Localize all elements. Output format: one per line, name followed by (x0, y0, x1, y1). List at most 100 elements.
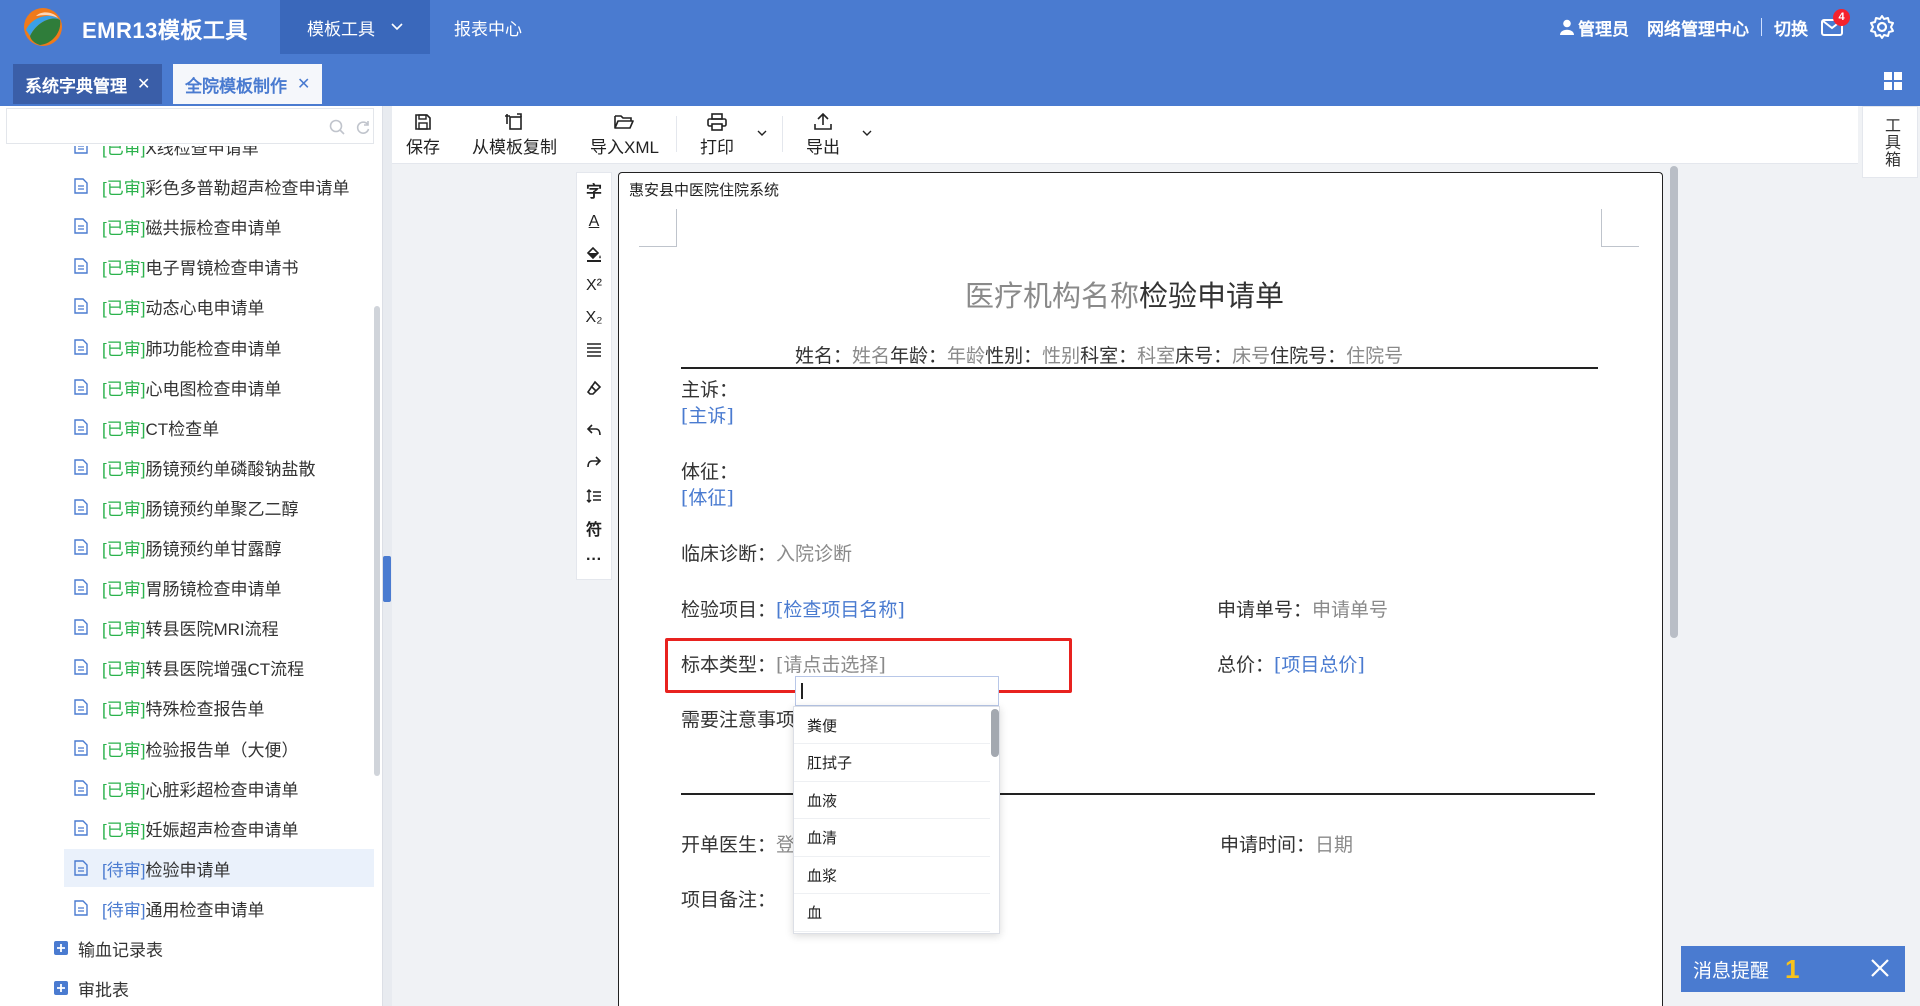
chevron-down-icon[interactable] (757, 130, 767, 137)
diagnosis-field[interactable]: 入院诊断 (776, 543, 852, 565)
tree-item[interactable]: [已审] 肺功能检查申请单 (64, 328, 281, 366)
tab-hospital-template[interactable]: 全院模板制作 ✕ (173, 64, 323, 104)
message-reminder[interactable]: 消息提醒 1 (1681, 946, 1905, 992)
dropdown-option[interactable]: 粪便 (794, 707, 990, 744)
tree-item[interactable]: [已审] 肠镜预约单磷酸钠盐散 (64, 448, 315, 486)
save-button[interactable]: 保存 (406, 110, 440, 160)
close-icon[interactable] (1869, 957, 1891, 979)
user-name[interactable]: 管理员 (1578, 15, 1629, 40)
tree-item[interactable]: [待审] 通用检查申请单 (64, 889, 264, 927)
document-page[interactable]: 惠安县中医院住院系统 医疗机构名称检验申请单 姓名：姓名年龄：年龄性别：性别科室… (618, 172, 1663, 1006)
tree-item[interactable]: [已审] X线检查申请单 (64, 146, 259, 165)
specimen-dropdown-list[interactable]: 粪便 肛拭子 血液 血清 血浆血 (793, 706, 1000, 934)
institution-name-field[interactable]: 医疗机构名称 (965, 279, 1139, 313)
toolbox-button[interactable]: 工具箱 (1862, 106, 1918, 178)
line-spacing-button[interactable] (577, 481, 611, 511)
tree-item[interactable]: [已审] 肠镜预约单聚乙二醇 (64, 488, 298, 526)
complaint-field[interactable]: [主诉] (681, 401, 734, 428)
close-icon[interactable]: ✕ (137, 74, 150, 94)
import-xml-button[interactable]: 导入XML (590, 110, 659, 160)
tree-item[interactable]: [已审] 心脏彩超检查申请单 (64, 769, 298, 807)
tree-scrollbar[interactable] (374, 306, 380, 776)
tree-item[interactable]: [已审] 磁共振检查申请单 (64, 207, 281, 245)
subscript-button[interactable]: X₂ (577, 303, 611, 333)
price-field[interactable]: [项目总价] (1274, 654, 1365, 676)
dept-field[interactable]: 科室 (1137, 345, 1175, 367)
fill-color-button[interactable] (577, 239, 611, 269)
tree-search-input[interactable] (6, 108, 374, 144)
dropdown-option[interactable]: 血清 (794, 820, 990, 857)
name-field[interactable]: 姓名 (852, 345, 890, 367)
dropdown-option[interactable]: 血液 (794, 782, 990, 819)
align-button[interactable] (577, 335, 611, 365)
network-center-link[interactable]: 网络管理中心 (1647, 15, 1749, 40)
text-cursor (801, 683, 803, 699)
gender-field[interactable]: 性别 (1042, 345, 1080, 367)
tree-item-status: [待审] (102, 860, 146, 880)
document-icon (74, 459, 88, 475)
tree-item[interactable]: [已审] CT检查单 (64, 408, 219, 446)
tree-folder[interactable]: 输血记录表 (54, 929, 163, 967)
nav-template-tools-label: 模板工具 (307, 19, 375, 39)
copy-from-template-button[interactable]: 从模板复制 (472, 110, 557, 160)
more-button[interactable]: ··· (577, 545, 611, 575)
age-field[interactable]: 年龄 (947, 345, 985, 367)
print-button[interactable]: 打印 (700, 110, 734, 160)
font-button[interactable]: 字 (577, 175, 611, 205)
divider (1761, 18, 1762, 36)
dropdown-option[interactable]: 肛拭子 (794, 745, 990, 782)
close-icon[interactable]: ✕ (297, 74, 310, 94)
tree-item[interactable]: [已审] 特殊检查报告单 (64, 688, 264, 726)
inpatient-no-field[interactable]: 住院号 (1346, 345, 1403, 367)
document-scrollbar[interactable] (1670, 166, 1678, 638)
tree-item[interactable]: [已审] 动态心电申请单 (64, 287, 264, 325)
switch-link[interactable]: 切换 (1774, 15, 1808, 40)
dropdown-option[interactable]: 血浆 (794, 857, 990, 894)
export-button[interactable]: 导出 (806, 110, 840, 160)
tree-item[interactable]: [待审] 检验申请单 (64, 849, 374, 887)
refresh-icon[interactable] (355, 119, 371, 135)
dropdown-scrollbar[interactable] (991, 709, 999, 757)
undo-button[interactable] (577, 415, 611, 445)
folder-plus-icon[interactable] (54, 941, 68, 955)
clear-format-button[interactable] (577, 373, 611, 403)
splitter-handle[interactable] (383, 556, 391, 602)
tree-item-status: [已审] (102, 298, 146, 318)
name-label: 姓名： (795, 345, 853, 367)
tree-item-label: X线检查申请单 (145, 146, 259, 158)
search-icon[interactable] (329, 119, 345, 135)
tree-item[interactable]: [已审] 电子胃镜检查申请书 (64, 247, 298, 285)
template-tree-panel: [已审] X线检查申请单 [已审] 彩色多普勒超声检查申请单 [已审] 磁共振检查申请单[… (0, 106, 382, 1006)
time-field[interactable]: 日期 (1315, 834, 1353, 856)
app-no-field[interactable]: 申请单号 (1312, 599, 1388, 621)
tree-item[interactable]: [已审] 转县医院增强CT流程 (64, 648, 304, 686)
redo-button[interactable] (577, 447, 611, 477)
tree-folder[interactable]: 审批表 (54, 969, 129, 1006)
folder-plus-icon[interactable] (54, 981, 68, 995)
gear-icon[interactable] (1869, 14, 1895, 40)
nav-report-center[interactable]: 报表中心 (454, 0, 522, 54)
chevron-down-icon[interactable] (862, 130, 872, 137)
tree-item[interactable]: [已审] 妊娠超声检查申请单 (64, 809, 298, 847)
tree-item[interactable]: [已审] 肠镜预约单甘露醇 (64, 528, 281, 566)
grid-icon[interactable] (1884, 72, 1902, 90)
font-color-button[interactable]: A (577, 207, 611, 237)
superscript-button[interactable]: X² (577, 271, 611, 301)
tree-item[interactable]: [已审] 转县医院MRI流程 (64, 608, 279, 646)
tree-item[interactable]: [已审] 检验报告单（大便） (64, 729, 298, 767)
tree-item[interactable]: [已审] 心电图检查申请单 (64, 368, 281, 406)
sign-field[interactable]: [体征] (681, 483, 734, 510)
tree-item[interactable]: [已审] 胃肠镜检查申请单 (64, 568, 281, 606)
copy-label: 从模板复制 (472, 137, 557, 157)
test-item-field[interactable]: [检查项目名称] (776, 599, 905, 621)
bed-field[interactable]: 床号 (1232, 345, 1270, 367)
tree-item[interactable]: [已审] 彩色多普勒超声检查申请单 (64, 167, 349, 205)
specimen-search-input[interactable] (795, 676, 999, 706)
dropdown-option[interactable]: 血 (794, 895, 990, 932)
symbol-button[interactable]: 符 (577, 513, 611, 543)
tab-system-dictionary[interactable]: 系统字典管理 ✕ (13, 64, 163, 104)
nav-template-tools[interactable]: 模板工具 (280, 0, 430, 54)
paint-bucket-icon (586, 246, 601, 262)
tree-item-status: [已审] (102, 579, 146, 599)
tree-item-label: 电子胃镜检查申请书 (145, 258, 299, 278)
